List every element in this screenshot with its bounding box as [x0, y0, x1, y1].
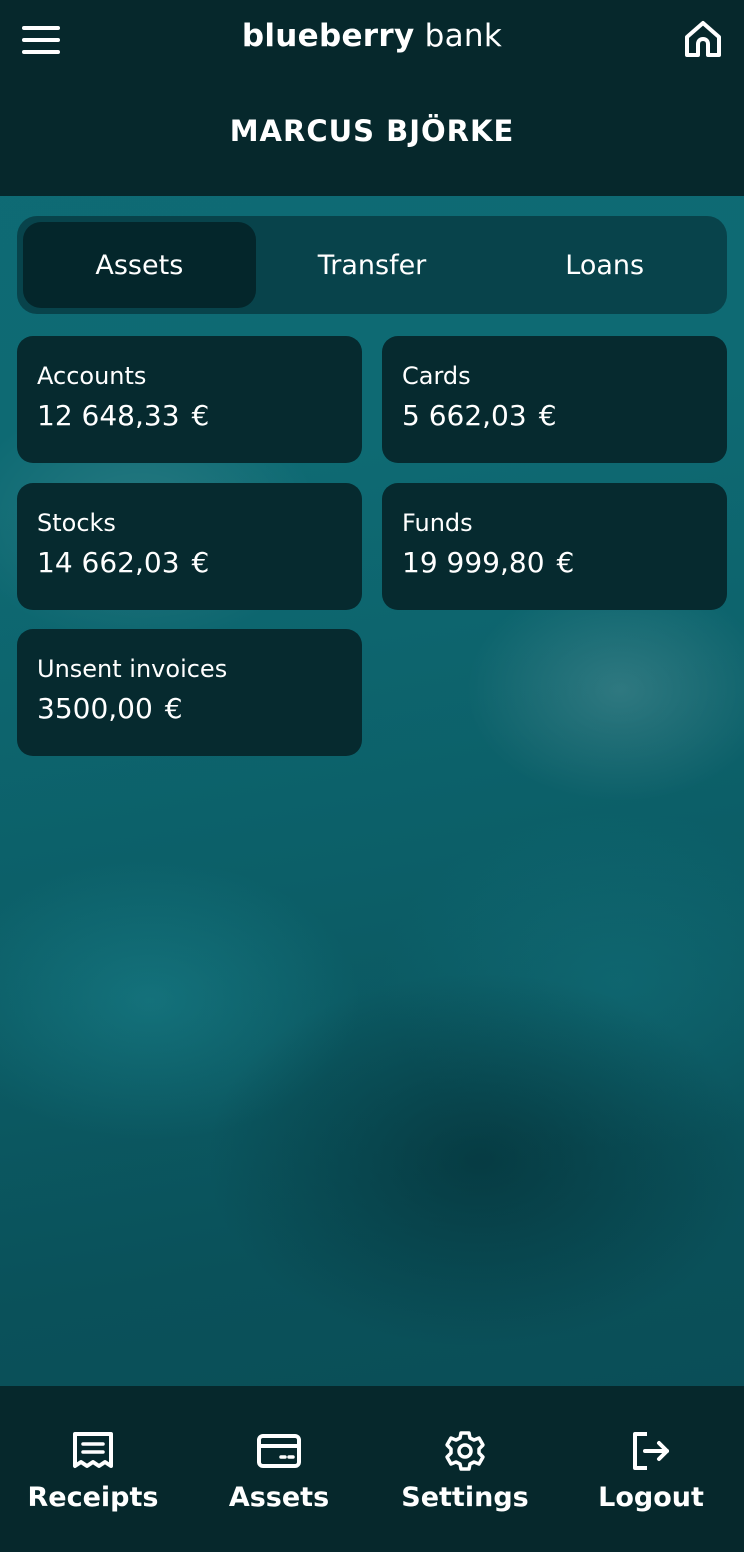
nav-receipts[interactable]: Receipts [0, 1386, 186, 1552]
nav-logout[interactable]: Logout [558, 1386, 744, 1552]
unsent-invoices-card[interactable]: Unsent invoices 3500,00 € [17, 629, 362, 756]
card-label: Funds [402, 509, 473, 537]
card-value: 12 648,33 € [37, 396, 342, 436]
nav-settings[interactable]: Settings [372, 1386, 558, 1552]
card-currency: € [164, 692, 183, 725]
card-amount: 14 662,03 [37, 546, 180, 579]
card-value: 19 999,80 € [402, 543, 707, 583]
card-currency: € [191, 546, 210, 579]
card-label: Stocks [37, 509, 116, 537]
brand-name-bold: blueberry [241, 18, 415, 54]
tab-loans[interactable]: Loans [488, 222, 721, 308]
app-header: blueberry bank MARCUS BJÖRKE [0, 0, 744, 196]
card-amount: 12 648,33 [37, 399, 180, 432]
card-value: 5 662,03 € [402, 396, 707, 436]
card-amount: 3500,00 [37, 692, 153, 725]
card-label: Accounts [37, 362, 147, 390]
card-currency: € [538, 399, 557, 432]
card-amount: 19 999,80 [402, 546, 545, 579]
home-icon[interactable] [682, 18, 724, 60]
funds-card[interactable]: Funds 19 999,80 € [382, 483, 727, 610]
nav-label: Assets [228, 1482, 330, 1513]
brand-name-light: bank [424, 18, 503, 54]
card-value: 14 662,03 € [37, 543, 342, 583]
card-amount: 5 662,03 [402, 399, 527, 432]
card-label: Unsent invoices [37, 655, 228, 683]
gear-icon [445, 1431, 485, 1471]
user-name: MARCUS BJÖRKE [229, 114, 515, 148]
tab-bar: Assets Transfer Loans [17, 216, 727, 314]
logout-icon [633, 1432, 669, 1470]
nav-label: Logout [598, 1482, 704, 1513]
stocks-card[interactable]: Stocks 14 662,03 € [17, 483, 362, 610]
nav-label: Settings [401, 1482, 529, 1513]
brand-logo: blueberry bank [0, 18, 744, 54]
card-label: Cards [402, 362, 471, 390]
nav-label: Receipts [27, 1482, 159, 1513]
card-value: 3500,00 € [37, 689, 342, 729]
card-currency: € [556, 546, 575, 579]
tab-transfer[interactable]: Transfer [256, 222, 489, 308]
tab-assets[interactable]: Assets [23, 222, 256, 308]
receipt-icon [73, 1432, 113, 1468]
card-currency: € [191, 399, 210, 432]
card-icon [257, 1434, 301, 1468]
accounts-card[interactable]: Accounts 12 648,33 € [17, 336, 362, 463]
cards-card[interactable]: Cards 5 662,03 € [382, 336, 727, 463]
bottom-navigation: Receipts Assets Settings Logout [0, 1386, 744, 1552]
nav-assets[interactable]: Assets [186, 1386, 372, 1552]
